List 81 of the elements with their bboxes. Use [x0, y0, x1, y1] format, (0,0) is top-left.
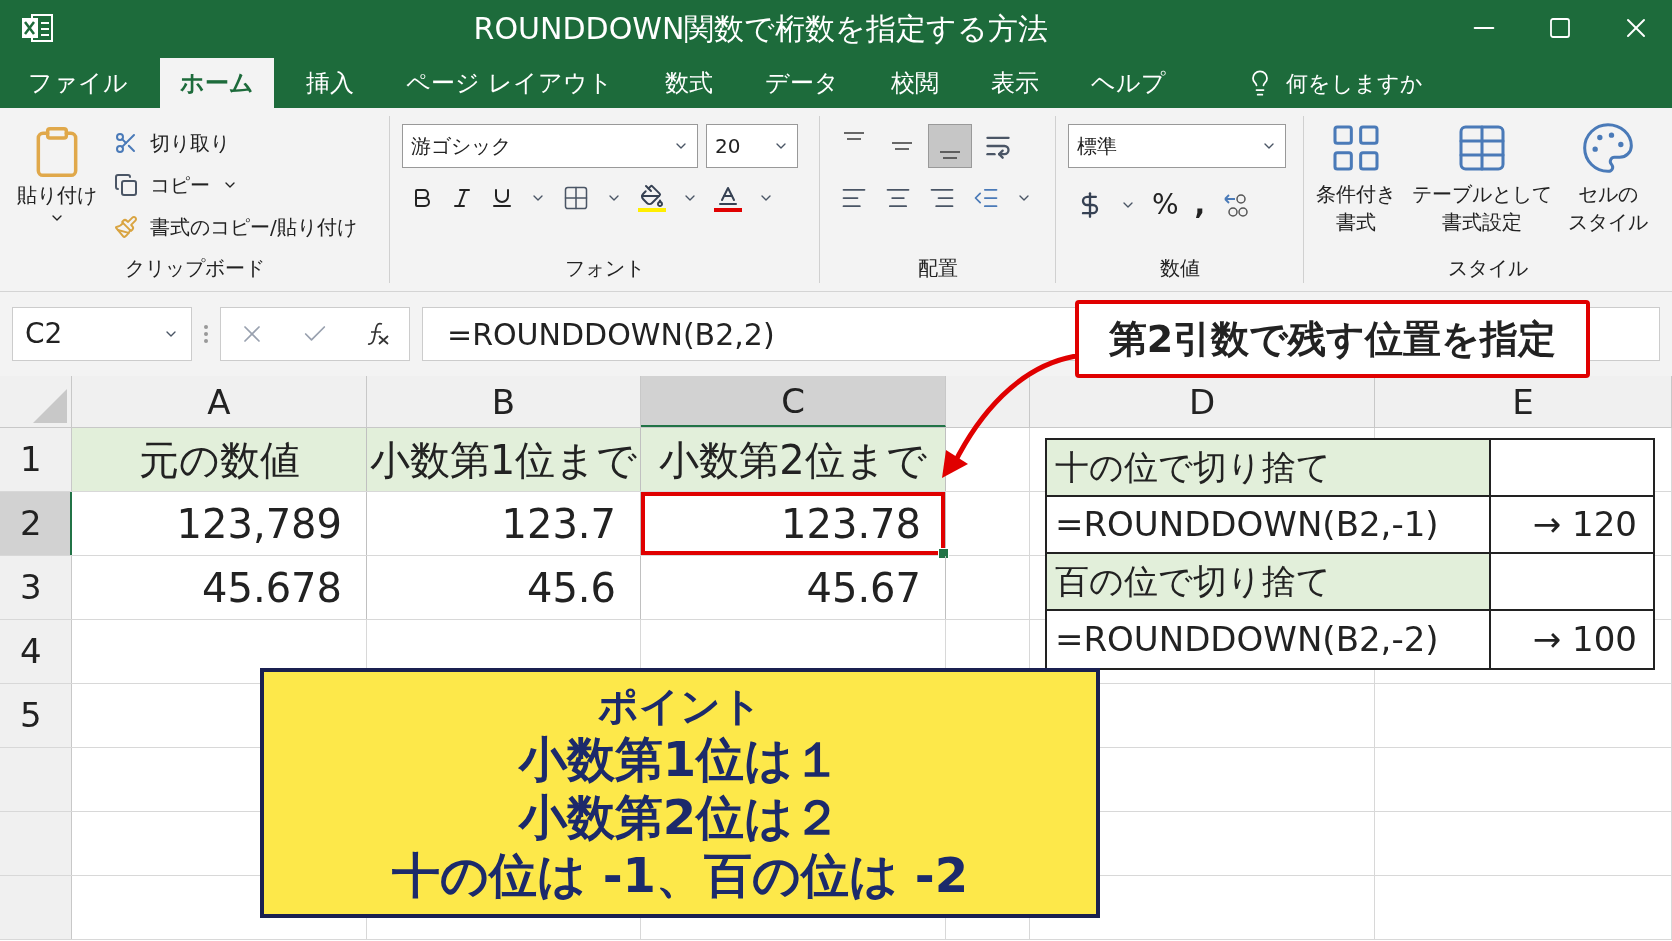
- table-cell-text: 45.6: [526, 563, 616, 613]
- group-label: クリップボード: [124, 255, 265, 282]
- row-label: 5: [20, 694, 42, 737]
- column-label: A: [207, 381, 231, 422]
- row-header[interactable]: 1: [0, 428, 72, 491]
- table-cell-text: =ROUNDDOWN(B2,-1): [1055, 503, 1439, 546]
- table-cell-text: =ROUNDDOWN(B2,-2): [1055, 618, 1439, 661]
- tell-me-field[interactable]: 何をしますか: [1285, 66, 1423, 100]
- vertical-align-button[interactable]: [928, 124, 972, 168]
- group-label: 数値: [1159, 255, 1200, 282]
- vertical-align-icon: [844, 132, 864, 140]
- callout-text: 第2引数で残す位置を指定: [1108, 315, 1557, 363]
- column-label: B: [491, 381, 516, 422]
- comma-button[interactable]: ,: [1194, 184, 1206, 226]
- table-cell-text: 45.678: [202, 563, 342, 613]
- ribbon-tab[interactable]: 表示: [970, 58, 1059, 108]
- row-header[interactable]: 2: [0, 492, 72, 555]
- ribbon-tab[interactable]: ファイル: [8, 58, 148, 108]
- font-name-dropdown[interactable]: 游ゴシック: [402, 124, 698, 168]
- table-cell-text: 123,789: [176, 499, 342, 549]
- paste-button[interactable]: 貼り付け: [12, 124, 102, 253]
- table-cell-text: 小数第1位まで: [369, 435, 638, 485]
- table-cell-text: 45.67: [806, 563, 921, 613]
- fill-color-icon[interactable]: [638, 184, 666, 212]
- number-format-dropdown[interactable]: 標準: [1068, 124, 1286, 168]
- style-button[interactable]: セルの スタイル: [1564, 120, 1652, 253]
- cut-button[interactable]: 切り取り: [114, 128, 357, 158]
- row-label: 3: [20, 566, 42, 609]
- row-label: 1: [20, 438, 42, 481]
- point-line: 小数第1位は１: [518, 730, 842, 788]
- percent-button[interactable]: %: [1152, 184, 1179, 226]
- font-color-icon[interactable]: [714, 184, 742, 212]
- point-line: 小数第2位は２: [518, 788, 842, 846]
- format-painter-button[interactable]: 書式のコピー/貼り付け: [114, 212, 357, 242]
- style-button[interactable]: 条件付き 書式: [1312, 120, 1400, 253]
- row-header[interactable]: 5: [0, 684, 72, 747]
- column-header[interactable]: C: [641, 376, 946, 427]
- column-label: E: [1512, 381, 1534, 422]
- group-label: フォント: [564, 255, 645, 282]
- table-cell-text: 元の数値: [138, 435, 300, 485]
- column-label: C: [781, 380, 805, 421]
- group-label: 配置: [917, 255, 958, 282]
- copy-icon: [114, 173, 138, 197]
- row-label: 2: [20, 502, 42, 545]
- style-button[interactable]: テーブルとして 書式設定: [1408, 120, 1556, 253]
- group-label: スタイル: [1448, 255, 1528, 282]
- app-logo-icon: [20, 13, 54, 43]
- table-cell-text: 百の位で切り捨て: [1055, 560, 1331, 603]
- copy-button[interactable]: コピー: [114, 170, 357, 200]
- row-header[interactable]: 3: [0, 556, 72, 619]
- row-label: 4: [20, 630, 42, 673]
- point-title: ポイント: [598, 682, 762, 730]
- ribbon-tab[interactable]: ヘルプ: [1070, 58, 1186, 108]
- table-cell-text: 123.7: [501, 499, 616, 549]
- borders-icon[interactable]: [562, 184, 590, 212]
- table-cell-text: 十の位で切り捨て: [1055, 446, 1331, 489]
- table-cell-text: 123.78: [781, 499, 921, 549]
- window-title: ROUNDDOWN関数で桁数を指定する方法: [473, 9, 1049, 48]
- maximize-icon[interactable]: [1548, 16, 1572, 40]
- table-cell-text: → 120: [1532, 503, 1637, 546]
- palette-icon: [1580, 120, 1636, 176]
- ribbon-tab[interactable]: 挿入: [286, 58, 374, 108]
- vertical-align-icon: [940, 151, 960, 159]
- cut-icon: [114, 131, 138, 155]
- more-icon: [204, 325, 208, 343]
- ribbon-tab[interactable]: データ: [744, 58, 859, 108]
- point-line: 十の位は -1、百の位は -2: [391, 846, 969, 904]
- row-header[interactable]: 4: [0, 620, 72, 683]
- vertical-align-icon: [892, 142, 912, 150]
- table-cell-text: → 100: [1532, 618, 1637, 661]
- column-header[interactable]: A: [72, 376, 367, 427]
- ribbon-tab[interactable]: ホーム: [160, 58, 274, 108]
- ribbon-tab[interactable]: 数式: [644, 58, 733, 108]
- column-label: D: [1188, 381, 1216, 422]
- table-cell-text: 小数第2位まで: [659, 435, 927, 485]
- paintbrush-icon: [114, 215, 138, 239]
- underline-icon[interactable]: [490, 186, 514, 210]
- ribbon-tab[interactable]: 校閲: [870, 58, 959, 108]
- name-box[interactable]: C2: [12, 307, 192, 361]
- font-size-dropdown[interactable]: 20: [706, 124, 798, 168]
- ribbon-tab[interactable]: ページ レイアウト: [386, 58, 633, 108]
